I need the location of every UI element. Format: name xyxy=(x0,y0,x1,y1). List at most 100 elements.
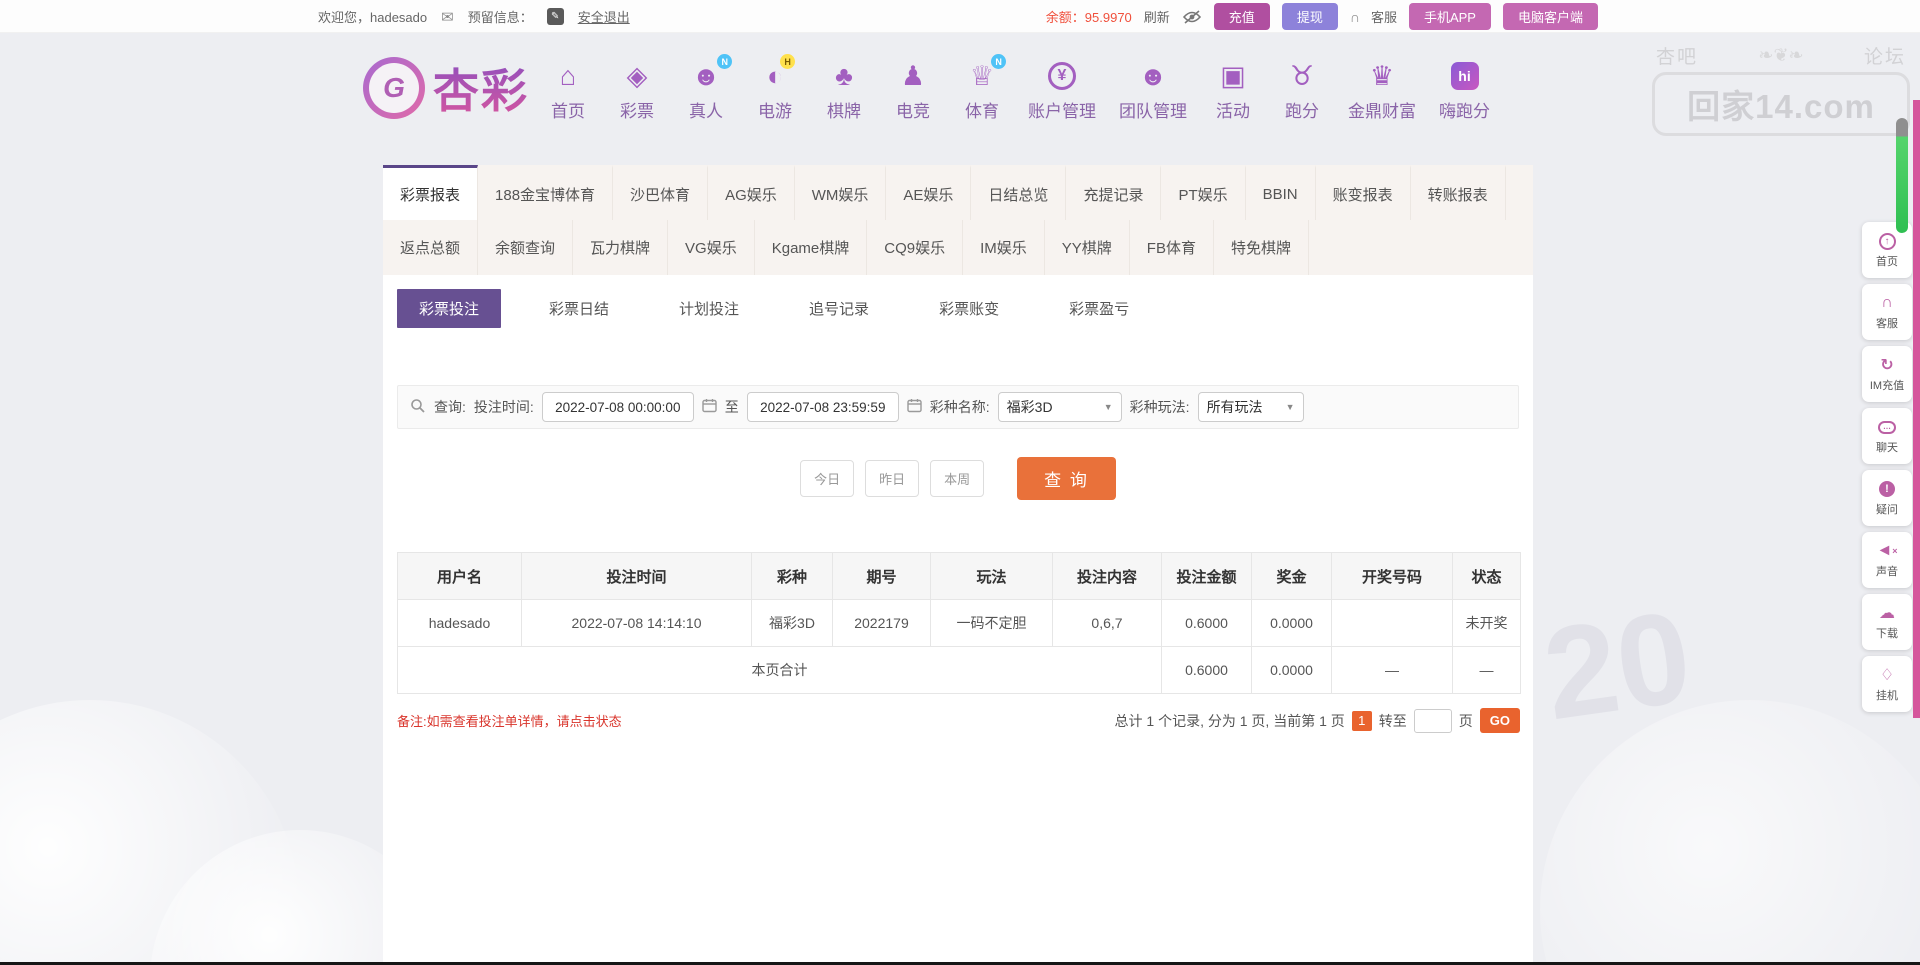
sidebar-item-im-recharge[interactable]: ↻ IM充值 xyxy=(1862,346,1912,402)
tab-wali-chess[interactable]: 瓦力棋牌 xyxy=(573,220,669,275)
nav-item-esports[interactable]: ♟ 电竞 xyxy=(890,58,936,122)
pagination: 总计 1 个记录, 分为 1 页, 当前第 1 页 1 转至 页 GO xyxy=(1114,708,1520,733)
floating-sidebar: ↑ 首页 ∩ 客服 ↻ IM充值 … 聊天 ! 疑问 ◄ × 声音 ☁ 下载 ♢ … xyxy=(1862,222,1912,712)
recharge-button[interactable]: 充值 xyxy=(1213,3,1270,30)
nav-item-live-casino[interactable]: ☻ N 真人 xyxy=(683,54,733,122)
tab-im[interactable]: IM娱乐 xyxy=(963,220,1045,275)
col-bet-content: 投注内容 xyxy=(1052,552,1162,600)
subtab-plan-bets[interactable]: 计划投注 xyxy=(657,289,761,328)
search-filter-bar: 查询: 投注时间: 至 彩种名称: 福彩3D ▼ 彩种玩法: 所有玩法 ▼ xyxy=(397,385,1519,429)
tab-daily-summary[interactable]: 日结总览 xyxy=(971,165,1067,220)
date-from-input[interactable] xyxy=(541,392,694,422)
play-type-select[interactable]: 所有玩法 ▼ xyxy=(1197,392,1304,422)
tab-vg[interactable]: VG娱乐 xyxy=(668,220,755,275)
search-icon xyxy=(410,398,426,417)
tab-bbin[interactable]: BBIN xyxy=(1246,165,1316,220)
mobile-app-button[interactable]: 手机APP xyxy=(1408,3,1491,30)
mail-icon[interactable]: ✉ xyxy=(441,8,454,26)
nav-label: 金鼎财富 xyxy=(1348,102,1416,121)
site-logo[interactable]: G 杏彩 xyxy=(363,55,529,121)
gamepad-icon: ◐ H xyxy=(767,54,796,94)
subtab-lottery-daily[interactable]: 彩票日结 xyxy=(527,289,631,328)
yesterday-button[interactable]: 昨日 xyxy=(865,460,920,497)
trophy-icon: ♕ N xyxy=(970,54,1007,94)
subtab-lottery-profit-loss[interactable]: 彩票盈亏 xyxy=(1047,289,1151,328)
this-week-button[interactable]: 本周 xyxy=(930,460,985,497)
sidebar-item-service[interactable]: ∩ 客服 xyxy=(1862,284,1912,340)
sidebar-item-download[interactable]: ☁ 下载 xyxy=(1862,594,1912,650)
customer-service-link[interactable]: 客服 xyxy=(1371,7,1397,26)
edit-icon[interactable]: ✎ xyxy=(546,8,564,25)
subtab-chase-records[interactable]: 追号记录 xyxy=(787,289,891,328)
nav-item-jinding-wealth[interactable]: ♛ 金鼎财富 xyxy=(1348,58,1416,122)
refresh-link[interactable]: 刷新 xyxy=(1144,7,1170,26)
goto-page-input[interactable] xyxy=(1413,708,1452,733)
subtab-lottery-bets[interactable]: 彩票投注 xyxy=(397,289,502,328)
tab-rebate-total[interactable]: 返点总额 xyxy=(383,220,479,275)
balance-text: 余额：95.9970 xyxy=(1046,7,1132,26)
tab-yy-chess[interactable]: YY棋牌 xyxy=(1045,220,1130,275)
cell-prize: 0.0000 xyxy=(1251,599,1332,647)
nav-item-paofen[interactable]: ♉ 跑分 xyxy=(1279,58,1325,122)
cell-status[interactable]: 未开奖 xyxy=(1452,599,1521,647)
query-label: 查询: xyxy=(434,399,466,415)
tab-lottery-report[interactable]: 彩票报表 xyxy=(383,165,479,220)
tab-cq9[interactable]: CQ9娱乐 xyxy=(867,220,964,275)
nav-item-account-management[interactable]: ¥ 账户管理 xyxy=(1028,58,1096,122)
background-watermark-number: 20 xyxy=(1535,582,1700,748)
lottery-name-select[interactable]: 福彩3D ▼ xyxy=(997,392,1122,422)
today-button[interactable]: 今日 xyxy=(800,460,855,497)
sidebar-item-question[interactable]: ! 疑问 xyxy=(1862,470,1912,526)
nav-item-activities[interactable]: ▣ 活动 xyxy=(1210,58,1256,122)
nav-item-egames[interactable]: ◐ H 电游 xyxy=(752,54,798,122)
pagination-summary: 总计 1 个记录, 分为 1 页, 当前第 1 页 xyxy=(1114,712,1345,729)
nav-item-home[interactable]: ⌂ 首页 xyxy=(545,58,591,122)
nav-label: 嗨跑分 xyxy=(1439,102,1490,121)
withdraw-button[interactable]: 提现 xyxy=(1281,3,1338,30)
tab-kgame[interactable]: Kgame棋牌 xyxy=(755,220,868,275)
report-tabs-row2: 返点总额 余额查询 瓦力棋牌 VG娱乐 Kgame棋牌 CQ9娱乐 IM娱乐 Y… xyxy=(383,220,1533,275)
tab-deposit-withdraw-records[interactable]: 充提记录 xyxy=(1066,165,1162,220)
date-to-input[interactable] xyxy=(746,392,899,422)
summary-prize: 0.0000 xyxy=(1251,646,1332,694)
calendar-icon[interactable] xyxy=(702,398,717,416)
sidebar-item-idle[interactable]: ♢ 挂机 xyxy=(1862,656,1912,712)
tab-ae[interactable]: AE娱乐 xyxy=(886,165,972,220)
calendar-icon[interactable] xyxy=(907,398,922,416)
tab-transfer-report[interactable]: 转账报表 xyxy=(1411,165,1506,220)
cell-bet-time: 2022-07-08 14:14:10 xyxy=(521,599,752,647)
tab-saba-sport[interactable]: 沙巴体育 xyxy=(613,165,709,220)
sidebar-item-sound[interactable]: ◄ × 声音 xyxy=(1862,532,1912,588)
tab-balance-query[interactable]: 余额查询 xyxy=(478,220,574,275)
home-up-icon: ↑ xyxy=(1878,231,1896,251)
note-text: 备注:如需查看投注单详情，请点击状态 xyxy=(397,714,622,729)
nav-item-sports[interactable]: ♕ N 体育 xyxy=(959,54,1007,122)
query-button[interactable]: 查 询 xyxy=(1017,457,1116,500)
pc-client-button[interactable]: 电脑客户端 xyxy=(1502,3,1598,30)
scrollbar-thumb[interactable] xyxy=(1896,118,1908,233)
sidebar-item-chat[interactable]: … 聊天 xyxy=(1862,408,1912,464)
tab-account-change-report[interactable]: 账变报表 xyxy=(1316,165,1411,220)
summary-row: 本页合计 0.6000 0.0000 — — xyxy=(397,646,1521,694)
tab-wm[interactable]: WM娱乐 xyxy=(795,165,887,220)
nav-item-lottery[interactable]: ◈ 彩票 xyxy=(614,58,660,122)
nav-item-team-management[interactable]: ☻ 团队管理 xyxy=(1119,58,1187,122)
eye-off-icon[interactable] xyxy=(1182,9,1202,24)
nav-item-hi-paofen[interactable]: hi 嗨跑分 xyxy=(1439,58,1490,122)
nav-label: 电游 xyxy=(758,102,792,121)
logout-link[interactable]: 安全退出 xyxy=(578,7,630,26)
watermark-left-text: 杏吧 xyxy=(1656,47,1699,68)
current-page-badge[interactable]: 1 xyxy=(1351,710,1372,731)
col-bet-time: 投注时间 xyxy=(521,552,752,600)
tab-temian-chess[interactable]: 特免棋牌 xyxy=(1214,220,1309,275)
subtab-lottery-account-change[interactable]: 彩票账变 xyxy=(917,289,1021,328)
tab-188-sport[interactable]: 188金宝博体育 xyxy=(478,165,614,220)
go-button[interactable]: GO xyxy=(1479,708,1520,733)
sidebar-label: 聊天 xyxy=(1876,442,1898,454)
nav-item-board-games[interactable]: ♣ 棋牌 xyxy=(821,58,867,122)
tab-ag[interactable]: AG娱乐 xyxy=(708,165,795,220)
tab-fb-sport[interactable]: FB体育 xyxy=(1130,220,1214,275)
lottery-ticket-icon: ◈ xyxy=(626,60,648,91)
chevron-down-icon: ▼ xyxy=(1103,402,1113,412)
tab-pt[interactable]: PT娱乐 xyxy=(1161,165,1246,220)
